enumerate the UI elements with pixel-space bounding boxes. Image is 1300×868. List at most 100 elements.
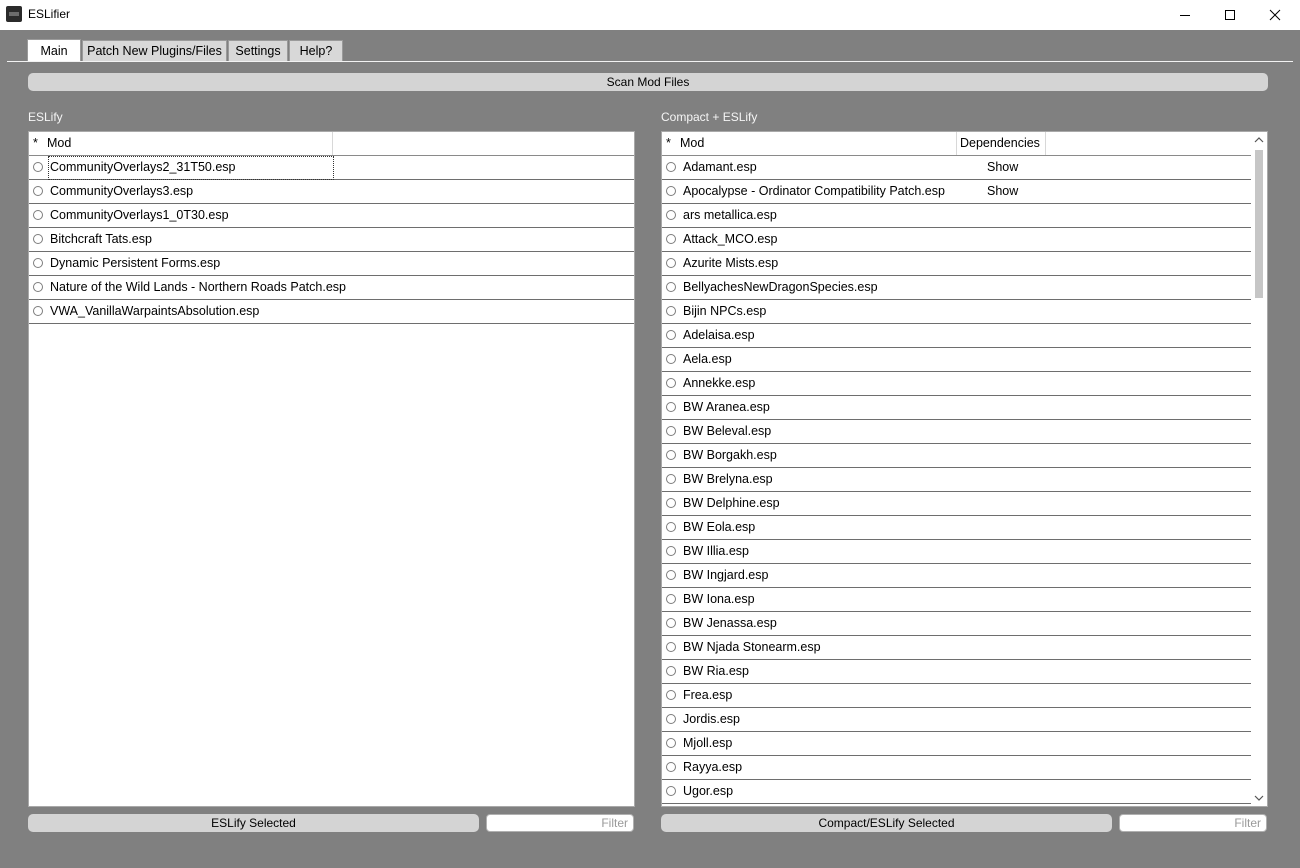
list-item[interactable]: Adamant.esp Show (662, 156, 1251, 180)
list-item[interactable]: Apocalypse - Ordinator Compatibility Pat… (662, 180, 1251, 204)
select-radio-icon[interactable] (666, 306, 676, 316)
list-item[interactable]: BW Illia.esp (662, 540, 1251, 564)
select-radio-icon[interactable] (666, 738, 676, 748)
minimize-button[interactable] (1162, 0, 1208, 30)
dependencies-show-link[interactable]: Show (987, 156, 1018, 179)
list-item[interactable]: BW Borgakh.esp (662, 444, 1251, 468)
mod-name: CommunityOverlays1_0T30.esp (50, 208, 229, 222)
tab-main[interactable]: Main (27, 39, 81, 62)
mod-name: Rayya.esp (683, 760, 743, 774)
list-item[interactable]: Annekke.esp (662, 372, 1251, 396)
select-radio-icon[interactable] (666, 594, 676, 604)
select-radio-icon[interactable] (666, 762, 676, 772)
select-radio-icon[interactable] (666, 186, 676, 196)
list-item[interactable]: ars metallica.esp (662, 204, 1251, 228)
list-item[interactable]: Attack_MCO.esp (662, 228, 1251, 252)
list-item[interactable]: BW Ingjard.esp (662, 564, 1251, 588)
tab-patch-new-plugins[interactable]: Patch New Plugins/Files (82, 40, 227, 61)
select-radio-icon[interactable] (33, 282, 43, 292)
mod-name: BW Ria.esp (683, 664, 749, 678)
select-radio-icon[interactable] (666, 522, 676, 532)
select-radio-icon[interactable] (666, 570, 676, 580)
header-mod-column[interactable]: Mod (680, 132, 704, 155)
select-radio-icon[interactable] (666, 450, 676, 460)
list-item[interactable]: Adelaisa.esp (662, 324, 1251, 348)
list-item[interactable]: BW Iona.esp (662, 588, 1251, 612)
select-radio-icon[interactable] (666, 282, 676, 292)
list-item[interactable]: Ugor.esp (662, 780, 1251, 804)
list-item[interactable]: Rayya.esp (662, 756, 1251, 780)
scan-mod-files-button[interactable]: Scan Mod Files (28, 73, 1268, 91)
list-item[interactable]: BW Jenassa.esp (662, 612, 1251, 636)
list-item[interactable]: BW Njada Stonearm.esp (662, 636, 1251, 660)
select-radio-icon[interactable] (666, 402, 676, 412)
list-item[interactable]: Frea.esp (662, 684, 1251, 708)
header-select-column[interactable]: * (33, 132, 38, 155)
compact-eslify-filter-input[interactable]: Filter (1119, 814, 1267, 832)
tab-settings[interactable]: Settings (228, 40, 288, 61)
dependencies-show-link[interactable]: Show (987, 180, 1018, 203)
select-radio-icon[interactable] (666, 786, 676, 796)
list-item[interactable]: BW Delphine.esp (662, 492, 1251, 516)
focus-indicator (48, 156, 334, 180)
select-radio-icon[interactable] (33, 258, 43, 268)
list-item[interactable]: Jordis.esp (662, 708, 1251, 732)
select-radio-icon[interactable] (666, 234, 676, 244)
list-item[interactable]: Aela.esp (662, 348, 1251, 372)
eslify-mod-list[interactable]: * Mod CommunityOverlays2_31T50.esp Commun… (28, 131, 635, 807)
eslify-selected-button[interactable]: ESLify Selected (28, 814, 479, 832)
select-radio-icon[interactable] (666, 162, 676, 172)
header-dependencies-column[interactable]: Dependencies (960, 132, 1040, 155)
scroll-up-icon[interactable] (1254, 136, 1264, 144)
list-item[interactable]: Azurite Mists.esp (662, 252, 1251, 276)
list-item[interactable]: CommunityOverlays2_31T50.esp (29, 156, 634, 180)
list-item[interactable]: BW Eola.esp (662, 516, 1251, 540)
select-radio-icon[interactable] (666, 546, 676, 556)
select-radio-icon[interactable] (666, 378, 676, 388)
select-radio-icon[interactable] (33, 210, 43, 220)
select-radio-icon[interactable] (666, 210, 676, 220)
select-radio-icon[interactable] (666, 618, 676, 628)
eslify-filter-input[interactable]: Filter (486, 814, 634, 832)
select-radio-icon[interactable] (666, 714, 676, 724)
header-select-column[interactable]: * (666, 132, 671, 155)
list-item[interactable]: Mjoll.esp (662, 732, 1251, 756)
select-radio-icon[interactable] (666, 690, 676, 700)
select-radio-icon[interactable] (666, 426, 676, 436)
scroll-thumb[interactable] (1255, 150, 1263, 298)
select-radio-icon[interactable] (666, 354, 676, 364)
compact-eslify-selected-button[interactable]: Compact/ESLify Selected (661, 814, 1112, 832)
select-radio-icon[interactable] (33, 234, 43, 244)
compact-eslify-mod-list[interactable]: * Mod Dependencies Adamant.esp Show Apocal… (661, 131, 1268, 807)
select-radio-icon[interactable] (33, 162, 43, 172)
mod-name: BellyachesNewDragonSpecies.esp (683, 280, 878, 294)
mod-name: BW Delphine.esp (683, 496, 780, 510)
scroll-down-icon[interactable] (1254, 794, 1264, 802)
header-mod-column[interactable]: Mod (47, 132, 71, 155)
list-item[interactable]: Bitchcraft Tats.esp (29, 228, 634, 252)
list-item[interactable]: BW Aranea.esp (662, 396, 1251, 420)
close-button[interactable] (1252, 0, 1298, 30)
list-item[interactable]: CommunityOverlays3.esp (29, 180, 634, 204)
tab-help[interactable]: Help? (289, 40, 343, 61)
list-item[interactable]: CommunityOverlays1_0T30.esp (29, 204, 634, 228)
list-item[interactable]: VWA_VanillaWarpaintsAbsolution.esp (29, 300, 634, 324)
list-item[interactable]: BW Ria.esp (662, 660, 1251, 684)
list-item[interactable]: Bijin NPCs.esp (662, 300, 1251, 324)
list-item[interactable]: BellyachesNewDragonSpecies.esp (662, 276, 1251, 300)
select-radio-icon[interactable] (666, 666, 676, 676)
list-item[interactable]: Nature of the Wild Lands - Northern Road… (29, 276, 634, 300)
select-radio-icon[interactable] (666, 498, 676, 508)
mod-name: Annekke.esp (683, 376, 756, 390)
select-radio-icon[interactable] (33, 186, 43, 196)
list-item[interactable]: Dynamic Persistent Forms.esp (29, 252, 634, 276)
select-radio-icon[interactable] (666, 330, 676, 340)
maximize-button[interactable] (1207, 0, 1253, 30)
list-item[interactable]: BW Beleval.esp (662, 420, 1251, 444)
vertical-scrollbar[interactable] (1251, 132, 1267, 806)
select-radio-icon[interactable] (666, 642, 676, 652)
select-radio-icon[interactable] (666, 258, 676, 268)
select-radio-icon[interactable] (666, 474, 676, 484)
select-radio-icon[interactable] (33, 306, 43, 316)
list-item[interactable]: BW Brelyna.esp (662, 468, 1251, 492)
